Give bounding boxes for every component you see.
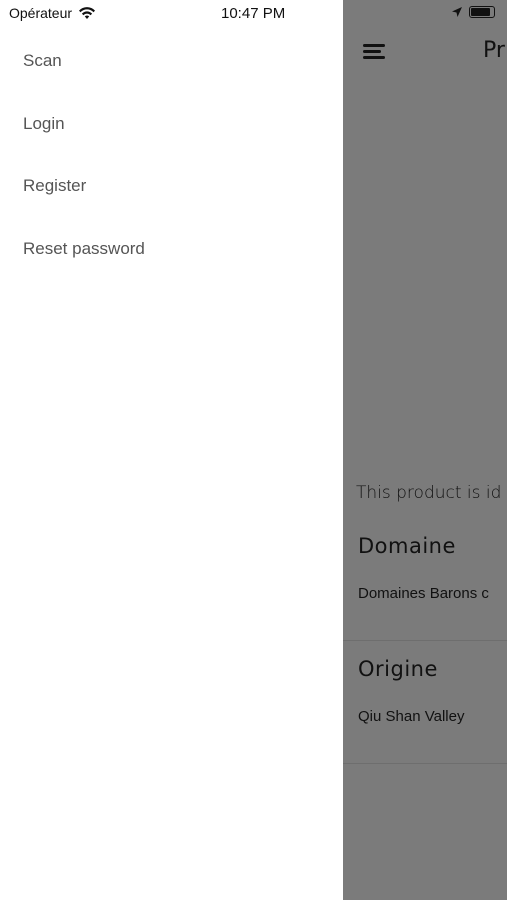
page-title: Pr xyxy=(483,38,505,63)
section-title-origine: Origine xyxy=(358,657,438,681)
hamburger-menu-icon[interactable] xyxy=(363,42,387,62)
main-screen-overlay[interactable]: Pr This product is id Domaine Domaines B… xyxy=(343,0,507,900)
section-value-domaine: Domaines Barons c xyxy=(358,585,489,602)
section-divider xyxy=(343,640,507,641)
menu-item-register[interactable]: Register xyxy=(23,175,145,238)
wifi-icon xyxy=(79,7,96,19)
menu-item-login[interactable]: Login xyxy=(23,113,145,176)
status-bar-right xyxy=(451,6,495,18)
status-bar-left: Opérateur xyxy=(9,5,96,21)
section-value-origine: Qiu Shan Valley xyxy=(358,708,465,725)
carrier-label: Opérateur xyxy=(9,5,73,21)
section-divider xyxy=(343,763,507,764)
drawer-menu: Scan Login Register Reset password xyxy=(23,50,145,300)
section-title-domaine: Domaine xyxy=(358,534,456,558)
navigation-drawer: Opérateur 10:47 PM Scan Login Register R… xyxy=(0,0,343,900)
status-time: 10:47 PM xyxy=(221,5,286,22)
location-arrow-icon xyxy=(452,7,462,17)
menu-item-reset-password[interactable]: Reset password xyxy=(23,238,145,301)
menu-item-scan[interactable]: Scan xyxy=(23,50,145,113)
battery-icon xyxy=(469,6,495,18)
product-description: This product is id xyxy=(356,483,502,503)
